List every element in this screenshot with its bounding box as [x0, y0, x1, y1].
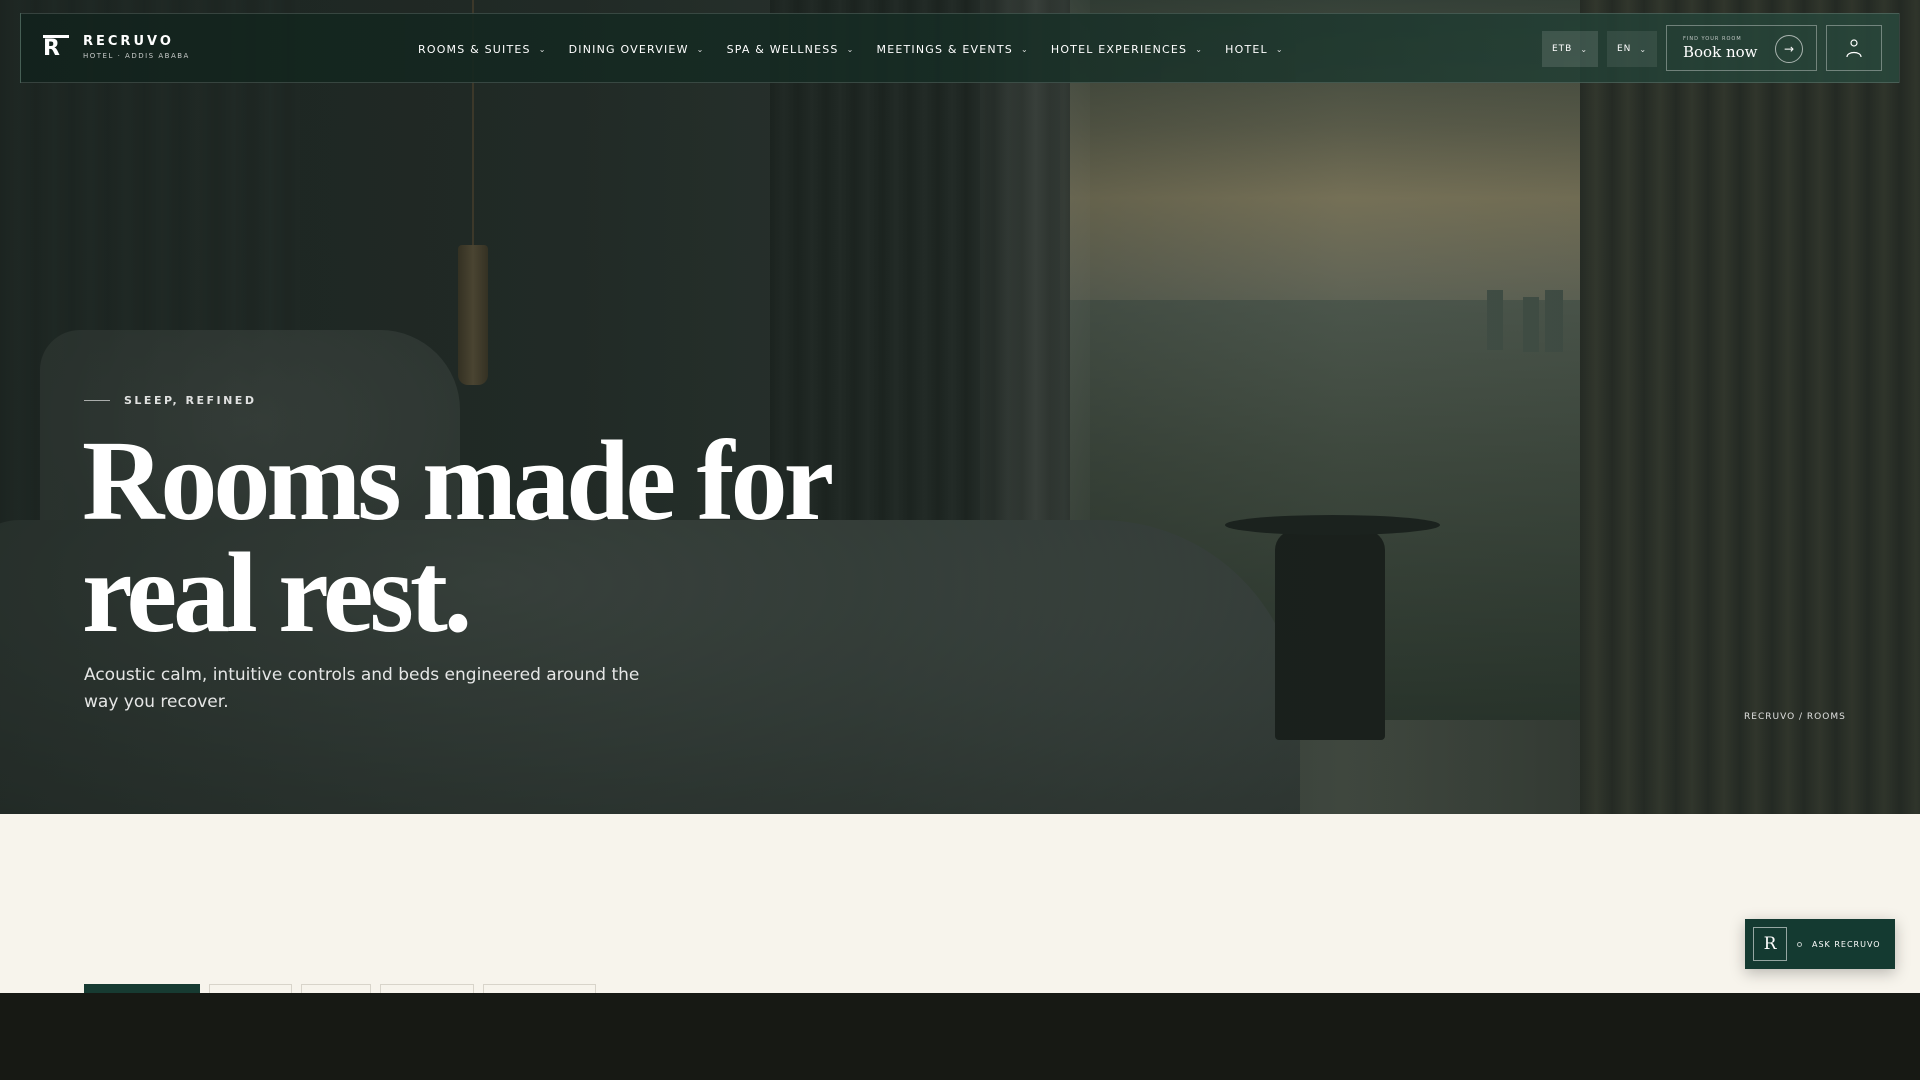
main-menu: ROOMS & SUITES ⌄ DINING OVERVIEW ⌄ SPA &… [418, 14, 1306, 84]
book-label: Book now [1683, 42, 1758, 61]
chevron-down-icon: ⌄ [1020, 44, 1029, 54]
hero-title: Rooms made for real rest. [82, 417, 832, 656]
menu-item-spa[interactable]: SPA & WELLNESS ⌄ [727, 43, 855, 56]
logo-icon: R [43, 35, 69, 61]
section-tabs [84, 984, 596, 993]
brand-name: RECRUVO [83, 34, 174, 49]
chevron-down-icon: ⌄ [1639, 44, 1648, 54]
brand[interactable]: R RECRUVO HOTEL · ADDIS ABABA [43, 34, 190, 60]
book-eyebrow: FIND YOUR ROOM [1683, 35, 1742, 42]
hero-lead: Acoustic calm, intuitive controls and be… [84, 665, 640, 712]
assistant-avatar: R [1753, 927, 1787, 961]
chevron-down-icon: ⌄ [846, 44, 855, 54]
account-button[interactable] [1826, 25, 1882, 71]
hero-eyebrow: SLEEP, REFINED [84, 394, 256, 407]
menu-item-label: HOTEL EXPERIENCES [1050, 42, 1188, 56]
menu-item-meetings[interactable]: MEETINGS & EVENTS ⌄ [877, 43, 1029, 56]
status-dot-icon [1797, 941, 1802, 947]
content-section [0, 814, 1920, 993]
chevron-down-icon: ⌄ [1275, 44, 1284, 54]
hero-section: SLEEP, REFINED Rooms made for real rest.… [0, 0, 1920, 814]
chevron-down-icon: ⌄ [696, 44, 705, 54]
language-value: EN [1616, 44, 1632, 54]
footer-band [0, 993, 1920, 1080]
menu-item-label: DINING OVERVIEW [568, 42, 689, 56]
menu-item-hotel[interactable]: HOTEL ⌄ [1225, 43, 1284, 56]
currency-value: ETB [1551, 44, 1573, 54]
eyebrow-line [84, 400, 110, 401]
section-tab[interactable] [84, 984, 200, 993]
currency-selector[interactable]: ETB ⌄ [1542, 31, 1598, 67]
menu-item-label: MEETINGS & EVENTS [876, 42, 1013, 56]
book-text: FIND YOUR ROOM Book now [1683, 36, 1757, 61]
chevron-down-icon: ⌄ [538, 44, 547, 54]
top-nav: R RECRUVO HOTEL · ADDIS ABABA ROOMS & SU… [20, 13, 1900, 83]
menu-item-rooms[interactable]: ROOMS & SUITES ⌄ [418, 43, 547, 56]
language-selector[interactable]: EN ⌄ [1607, 31, 1657, 67]
section-tab[interactable] [483, 984, 596, 993]
menu-item-experiences[interactable]: HOTEL EXPERIENCES ⌄ [1051, 43, 1203, 56]
book-now-button[interactable]: FIND YOUR ROOM Book now → [1666, 25, 1817, 71]
section-tab[interactable] [209, 984, 292, 993]
breadcrumb: RECRUVO / ROOMS [1744, 712, 1846, 722]
section-tab[interactable] [380, 984, 474, 993]
hero-eyebrow-text: SLEEP, REFINED [124, 394, 257, 407]
assistant-label: ASK RECRUVO [1812, 939, 1881, 949]
menu-item-dining[interactable]: DINING OVERVIEW ⌄ [569, 43, 705, 56]
ask-assistant-button[interactable]: R ASK RECRUVO [1745, 919, 1895, 969]
logo-letter: R [43, 36, 60, 61]
chevron-down-icon: ⌄ [1195, 44, 1204, 54]
chevron-down-icon: ⌄ [1580, 44, 1589, 54]
arrow-right-icon: → [1775, 35, 1803, 63]
section-tab[interactable] [301, 984, 371, 993]
brand-subtitle: HOTEL · ADDIS ABABA [83, 52, 190, 60]
menu-item-label: ROOMS & SUITES [418, 42, 531, 56]
menu-item-label: HOTEL [1225, 42, 1268, 56]
user-icon [1846, 39, 1862, 58]
brand-text: RECRUVO HOTEL · ADDIS ABABA [83, 34, 190, 60]
menu-item-label: SPA & WELLNESS [726, 42, 839, 56]
